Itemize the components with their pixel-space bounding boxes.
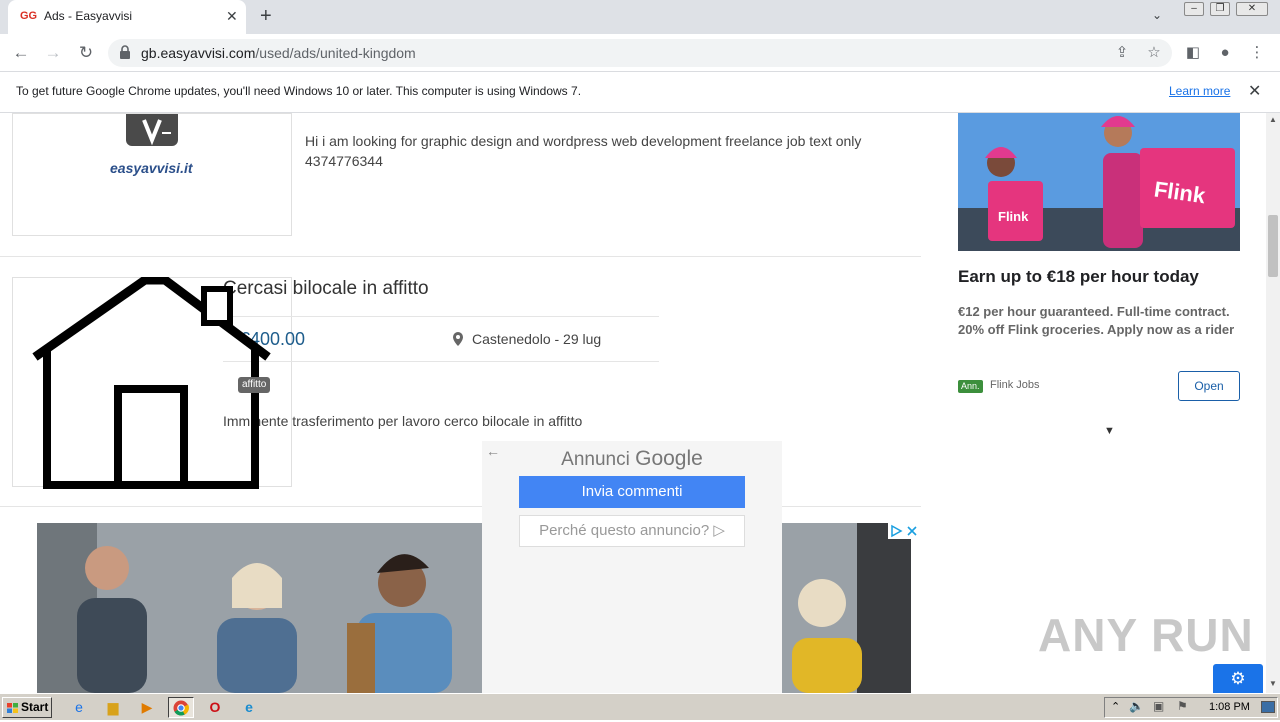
profile-avatar-icon[interactable]: ● — [1214, 42, 1236, 64]
side-ad-image[interactable]: Flink Flink — [958, 113, 1240, 251]
bookmark-star-icon[interactable]: ☆ — [1143, 42, 1165, 64]
scroll-up-icon[interactable]: ▲ — [1266, 113, 1280, 127]
send-feedback-button[interactable]: Invia commenti — [519, 476, 745, 508]
tab-search-icon[interactable]: ⌄ — [1152, 8, 1162, 22]
side-ad-title[interactable]: Earn up to €18 per hour today — [958, 267, 1199, 287]
network-icon[interactable]: ▣ — [1153, 699, 1164, 713]
side-ad-advertiser: Flink Jobs — [990, 379, 1040, 391]
forward-button[interactable]: → — [42, 42, 64, 64]
ie-icon[interactable]: e — [68, 697, 90, 718]
logo-shape-icon — [142, 119, 171, 146]
clock[interactable]: 1:08 PM — [1209, 701, 1250, 713]
url-text: gb.easyavvisi.com/used/ads/united-kingdo… — [141, 45, 416, 61]
side-ad-body: €12 per hour guaranteed. Full-time contr… — [958, 304, 1235, 337]
volume-icon[interactable]: 🔈 — [1129, 699, 1144, 713]
infobar-message: To get future Google Chrome updates, you… — [16, 84, 582, 98]
open-button[interactable]: Open — [1178, 371, 1240, 401]
action-center-flag-icon[interactable]: ⚑ — [1177, 699, 1188, 713]
location-pin-icon — [453, 332, 463, 346]
adchoices-glyph — [888, 523, 920, 539]
ad-label-badge: Ann. — [958, 380, 983, 393]
overlay-title-brand: Google — [635, 447, 703, 470]
browser-toolbar: ← → ↻ gb.easyavvisi.com/used/ads/united-… — [0, 34, 1280, 72]
infobar-close-icon[interactable]: ✕ — [1248, 81, 1261, 101]
logo-text: easyavvisi.it — [110, 160, 193, 176]
tab-strip: GG Ads - Easyavvisi ✕ + ⌄ – ❐ ✕ — [0, 0, 1280, 34]
opera-icon[interactable]: O — [204, 697, 226, 718]
overlay-title: Annunci Google — [482, 447, 782, 471]
ad-description: Hi i am looking for graphic design and w… — [305, 133, 862, 169]
divider — [0, 506, 921, 507]
start-label: Start — [21, 700, 49, 714]
scrollbar-thumb[interactable] — [1268, 215, 1278, 277]
address-bar[interactable]: gb.easyavvisi.com/used/ads/united-kingdo… — [108, 39, 1172, 67]
update-infobar: To get future Google Chrome updates, you… — [0, 72, 1280, 113]
start-button[interactable]: Start — [2, 697, 52, 718]
reload-button[interactable]: ↻ — [75, 42, 97, 64]
url-host: gb.easyavvisi.com — [141, 45, 256, 61]
tab-close-icon[interactable]: ✕ — [226, 8, 238, 25]
settings-gear-icon[interactable]: ⚙ — [1213, 664, 1263, 693]
chrome-icon[interactable] — [168, 697, 194, 718]
edge-icon[interactable]: e — [238, 697, 260, 718]
ad-location-date: Castenedolo - 29 lug — [472, 331, 602, 347]
why-this-ad-label: Perché questo annuncio? — [539, 522, 710, 539]
scroll-down-icon[interactable]: ▼ — [1266, 677, 1280, 691]
learn-more-link[interactable]: Learn more — [1169, 84, 1230, 98]
overlay-title-prefix: Annunci — [561, 449, 630, 470]
google-ads-overlay: ← Annunci Google Invia commenti Perché q… — [482, 441, 782, 693]
windows-taskbar: Start e ▆ ▶ O e ⌃ 🔈 ▣ ⚑ 1:08 PM — [0, 693, 1280, 720]
new-tab-button[interactable]: + — [260, 5, 272, 28]
riders-photo: Flink Flink — [958, 113, 1240, 251]
minimize-button[interactable]: – — [1184, 2, 1204, 16]
tab-title: Ads - Easyavvisi — [44, 9, 133, 23]
flink-logo-small: Flink — [998, 209, 1029, 224]
system-tray: ⌃ 🔈 ▣ ⚑ 1:08 PM — [1104, 697, 1278, 718]
divider — [223, 361, 659, 362]
anyrun-watermark: ANY RUN — [1038, 609, 1254, 661]
page-content: easyavvisi.it Hi i am looking for graphi… — [0, 113, 1266, 693]
divider — [223, 316, 659, 317]
back-button[interactable]: ← — [10, 42, 32, 64]
menu-kebab-icon[interactable]: ⋮ — [1246, 42, 1268, 64]
lock-icon — [120, 45, 130, 59]
adchoices-icon[interactable] — [888, 523, 920, 539]
why-this-ad-button[interactable]: Perché questo annuncio? ▷ — [519, 515, 745, 547]
url-path: /used/ads/united-kingdom — [255, 45, 416, 61]
media-player-icon[interactable]: ▶ — [136, 697, 158, 718]
site-favicon-icon: GG — [20, 10, 38, 22]
windows-logo-icon — [7, 703, 18, 713]
side-panel-icon[interactable]: ◧ — [1182, 42, 1204, 64]
share-icon[interactable]: ⇪ — [1111, 42, 1133, 64]
play-arrow-icon: ▷ — [713, 522, 725, 539]
vertical-scrollbar[interactable] — [1266, 113, 1280, 693]
folder-icon[interactable]: ▆ — [102, 697, 124, 718]
browser-tab[interactable]: GG Ads - Easyavvisi ✕ — [8, 0, 246, 34]
restore-button[interactable]: ❐ — [1210, 2, 1230, 16]
close-window-button[interactable]: ✕ — [1236, 2, 1268, 16]
ad-thumbnail[interactable]: easyavvisi.it — [12, 113, 292, 236]
easyavvisi-logo-icon — [126, 114, 178, 146]
category-badge: affitto — [238, 377, 271, 393]
show-desktop-icon[interactable] — [1261, 701, 1275, 713]
tray-expand-icon[interactable]: ⌃ — [1111, 700, 1120, 713]
caret-down-icon[interactable]: ▼ — [1104, 425, 1115, 437]
divider — [0, 256, 921, 257]
chrome-logo — [173, 700, 189, 716]
